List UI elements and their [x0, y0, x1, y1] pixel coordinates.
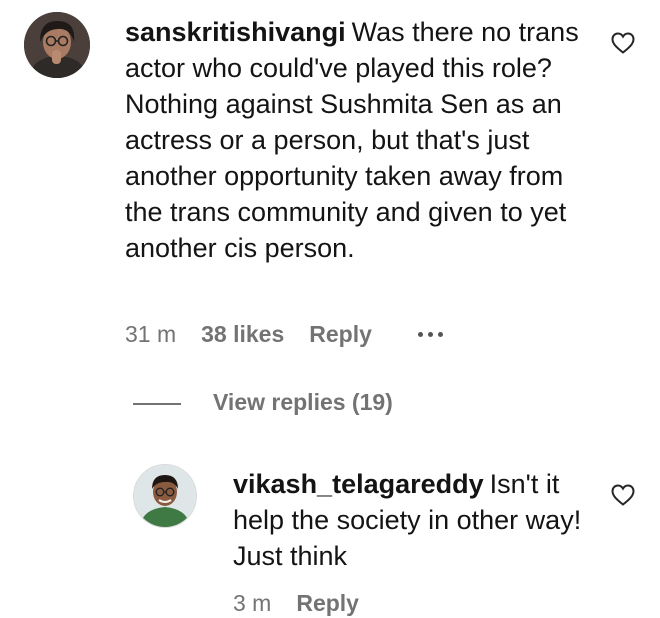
reply-button[interactable]: Reply	[309, 321, 372, 348]
more-options-icon[interactable]	[417, 331, 443, 337]
avatar[interactable]	[24, 12, 90, 78]
view-replies-button[interactable]: View replies (19)	[213, 389, 393, 416]
reply-body: vikash_telagareddy Isn't it help the soci…	[233, 466, 589, 574]
reply-timestamp: 3 m	[233, 589, 272, 616]
heart-outline-icon[interactable]	[611, 32, 635, 54]
reply-avatar-image	[134, 465, 196, 527]
comment-body: sanskritishivangi Was there no trans acto…	[125, 14, 585, 266]
reply-meta: 3 m Reply	[233, 588, 359, 618]
avatar-image	[24, 12, 90, 78]
reply-username[interactable]: vikash_telagareddy	[233, 469, 484, 499]
comment-text: Was there no trans actor who could've pl…	[125, 17, 579, 263]
likes-count[interactable]: 38 likes	[201, 321, 284, 348]
reply-heart-outline-icon[interactable]	[611, 484, 635, 506]
reply-reply-button[interactable]: Reply	[296, 590, 359, 617]
replies-divider	[133, 403, 181, 405]
comment-timestamp: 31 m	[125, 320, 177, 347]
reply-avatar[interactable]	[133, 464, 197, 528]
comment-username[interactable]: sanskritishivangi	[125, 17, 346, 47]
comment-meta: 31 m 38 likes Reply	[125, 319, 443, 349]
